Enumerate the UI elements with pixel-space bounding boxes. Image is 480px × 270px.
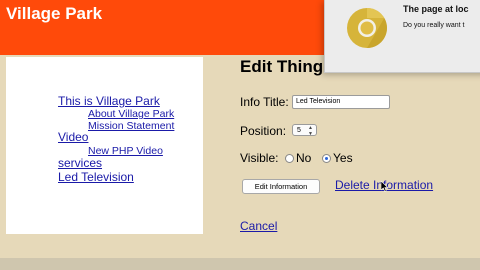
sidebar-item-led-television[interactable]: Led Television: [58, 170, 134, 184]
position-value: 5: [297, 127, 301, 134]
info-title-input[interactable]: Led Television: [292, 95, 390, 109]
edit-information-button[interactable]: Edit Information: [242, 179, 320, 194]
sidebar-item-video[interactable]: Video: [58, 130, 88, 144]
info-title-label: Info Title:: [240, 95, 289, 109]
site-title: Village Park: [6, 4, 103, 23]
alert-message: Do you really want t: [403, 22, 465, 29]
cancel-link[interactable]: Cancel: [240, 219, 277, 233]
sidebar-item-about[interactable]: About Village Park: [88, 108, 174, 120]
sidebar-item-mission[interactable]: Mission Statement: [88, 120, 174, 132]
visible-label: Visible:: [240, 151, 279, 165]
bottom-strip: [0, 258, 480, 270]
alert-title: The page at loc: [403, 4, 469, 14]
alert-dialog: The page at loc Do you really want t: [324, 0, 480, 73]
position-label: Position:: [240, 124, 287, 138]
chrome-icon: [347, 8, 387, 48]
position-select[interactable]: 5 ▲ ▼: [292, 124, 317, 137]
mouse-pointer-icon: [381, 181, 389, 192]
sidebar-item-services[interactable]: services: [58, 156, 102, 170]
visible-yes-radio[interactable]: [322, 154, 331, 163]
visible-no-label: No: [296, 151, 312, 165]
visible-yes-label: Yes: [333, 151, 353, 165]
sidebar-item-village-park[interactable]: This is Village Park: [58, 94, 160, 108]
sidebar-nav: This is Village Park About Village Park …: [6, 57, 203, 234]
select-arrows-icon: ▲ ▼: [308, 125, 313, 137]
visible-no-radio[interactable]: [285, 154, 294, 163]
page-title: Edit Thing: [240, 57, 324, 76]
